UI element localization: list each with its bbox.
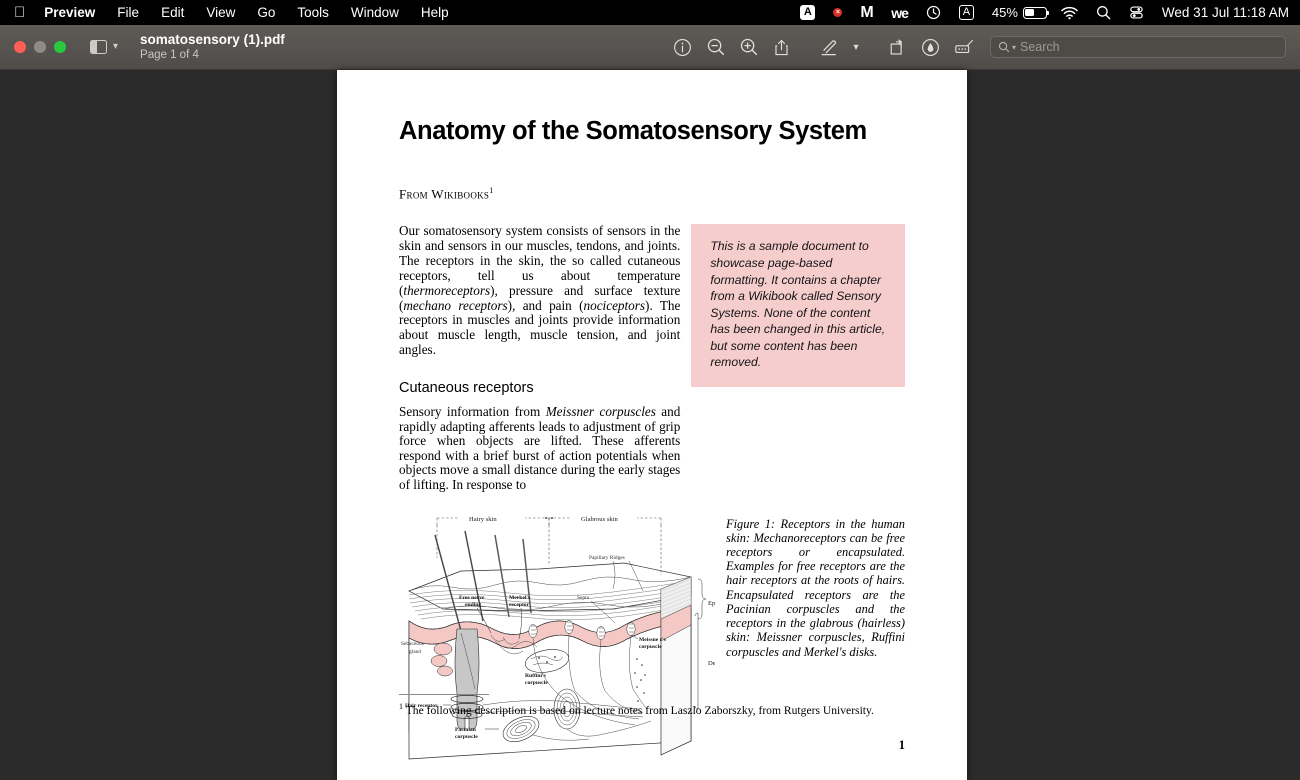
sidebar-icon — [90, 40, 107, 54]
highlight-icon[interactable] — [947, 25, 980, 70]
clock-icon[interactable] — [917, 0, 950, 25]
apple-menu-icon[interactable]:  — [0, 5, 41, 20]
window-title-block: somatosensory (1).pdf Page 1 of 4 — [118, 32, 285, 62]
figure-label-meissner-1: Meissne r's — [639, 637, 667, 643]
menu-item-view[interactable]: View — [195, 5, 246, 20]
content-columns: Our somatosensory system consists of sen… — [399, 223, 905, 493]
selected-text-part-3: ), and pain ( — [507, 297, 584, 313]
maximize-button[interactable] — [54, 41, 66, 53]
markup-pen-icon[interactable] — [812, 25, 845, 70]
selected-paragraph[interactable]: Our somatosensory system consists of sen… — [399, 223, 680, 358]
minimize-button[interactable] — [34, 41, 46, 53]
window-controls — [0, 41, 66, 53]
toolbar-buttons: ▾ ▾ Search — [666, 25, 1300, 70]
wifi-icon[interactable] — [1047, 0, 1087, 25]
figure-label-free-nerve-2: ending — [465, 602, 481, 608]
figure-label-merkel-1: Merkel's — [509, 595, 531, 601]
appstore-tray-icon[interactable]: A — [791, 0, 824, 25]
footnote: 1 The following description is based on … — [399, 693, 905, 718]
figure-label-ruffini-1: Ruffini's — [525, 673, 547, 679]
window-title: somatosensory (1).pdf — [140, 31, 285, 47]
figure-label-free-nerve-1: Free nerve — [459, 595, 485, 601]
svg-text:Glabrous skin: Glabrous skin — [581, 516, 619, 523]
figure-label-dermis: Dermis — [708, 660, 715, 667]
callout-box: This is a sample document to showcase pa… — [691, 224, 905, 388]
menu-item-edit[interactable]: Edit — [150, 5, 195, 20]
svg-text:Hairy skin: Hairy skin — [469, 516, 497, 523]
section-paragraph: Sensory information from Meissner corpus… — [399, 403, 681, 493]
menu-item-help[interactable]: Help — [410, 5, 460, 20]
search-scope-chevron-down-icon[interactable]: ▾ — [1012, 43, 1016, 52]
menu-item-preview[interactable]: Preview — [41, 5, 106, 20]
selected-text-nociceptors: nociceptors — [583, 297, 646, 313]
menu-item-window[interactable]: Window — [340, 5, 410, 20]
battery-icon — [1022, 6, 1050, 19]
share-icon[interactable] — [765, 25, 798, 70]
figure-label-pacinian-1: Pacinian — [455, 727, 477, 733]
figure-caption: Figure 1: Receptors in the human skin: M… — [726, 516, 905, 659]
figure-label-sebaceous-2: gland — [409, 649, 421, 655]
alert-badge-icon[interactable]: × — [824, 0, 851, 25]
pdf-page[interactable]: Anatomy of the Somatosensory System From… — [337, 70, 967, 780]
page-title: Anatomy of the Somatosensory System — [399, 117, 867, 145]
figure-label-meissner-2: corpuscle — [639, 644, 662, 650]
figure-row: .ln{fill:none;stroke:#2b2b2b;stroke-widt… — [399, 513, 905, 770]
input-source-icon[interactable]: A — [950, 0, 983, 25]
search-input[interactable]: ▾ Search — [990, 36, 1286, 58]
battery-status[interactable]: 45% — [983, 0, 1050, 25]
menu-item-go[interactable]: Go — [246, 5, 286, 20]
markup-options-chevron-down-icon[interactable]: ▾ — [845, 25, 867, 70]
figure-image: .ln{fill:none;stroke:#2b2b2b;stroke-widt… — [399, 513, 736, 770]
footnote-text: 1 The following description is based on … — [399, 701, 874, 717]
figure-label-epidermis: Epidermis — [708, 600, 715, 607]
search-icon — [998, 41, 1010, 53]
figure-label-merkel-2: receptor — [509, 602, 530, 608]
annotate-icon[interactable] — [914, 25, 947, 70]
rotate-icon[interactable] — [881, 25, 914, 70]
figure-label-pacinian-2: corpuscle — [455, 734, 478, 740]
search-placeholder: Search — [1020, 40, 1060, 54]
selected-text-mechano-receptors: mechano receptors — [403, 297, 508, 313]
zoom-in-icon[interactable] — [732, 25, 765, 70]
zoom-out-icon[interactable] — [699, 25, 732, 70]
spotlight-search-icon[interactable] — [1087, 0, 1120, 25]
figure-label-septa: Septa — [577, 595, 590, 601]
figure-label-papillary: Papillary Ridges — [589, 555, 625, 561]
we-tray-icon[interactable]: we — [882, 0, 917, 25]
menu-item-file[interactable]: File — [106, 5, 150, 20]
left-column: Our somatosensory system consists of sen… — [399, 223, 681, 493]
italic-meissner-corpuscles: Meissner corpuscles — [545, 403, 656, 419]
menu-item-tools[interactable]: Tools — [286, 5, 340, 20]
footnote-rule — [399, 693, 489, 695]
menubar-datetime[interactable]: Wed 31 Jul 11:18 AM — [1153, 5, 1289, 20]
sidebar-toggle-button[interactable]: ▾ — [66, 40, 118, 54]
info-icon[interactable] — [666, 25, 699, 70]
control-center-icon[interactable] — [1120, 0, 1153, 25]
page-number: 1 — [898, 737, 905, 752]
from-line: From Wikibooks1 — [399, 186, 494, 202]
figure-label-sebaceous-1: Sebaceous — [401, 641, 424, 647]
menu-bar:  Preview File Edit View Go Tools Window… — [0, 0, 1300, 25]
document-canvas[interactable]: Anatomy of the Somatosensory System From… — [0, 70, 1300, 780]
figure-label-ruffini-2: corpuscle — [525, 680, 548, 686]
selected-text-thermoreceptors: thermoreceptors — [403, 282, 491, 298]
malwarebytes-tray-icon[interactable]: M — [851, 0, 882, 25]
window-toolbar: ▾ somatosensory (1).pdf Page 1 of 4 ▾ ▾ … — [0, 25, 1300, 70]
section-heading: Cutaneous receptors — [399, 379, 534, 396]
menu-bar-tray: A × M we A 45% Wed 31 Jul 11:18 AM — [791, 0, 1300, 25]
close-button[interactable] — [14, 41, 26, 53]
page-status: Page 1 of 4 — [140, 49, 199, 62]
right-column: This is a sample document to showcase pa… — [691, 224, 905, 492]
